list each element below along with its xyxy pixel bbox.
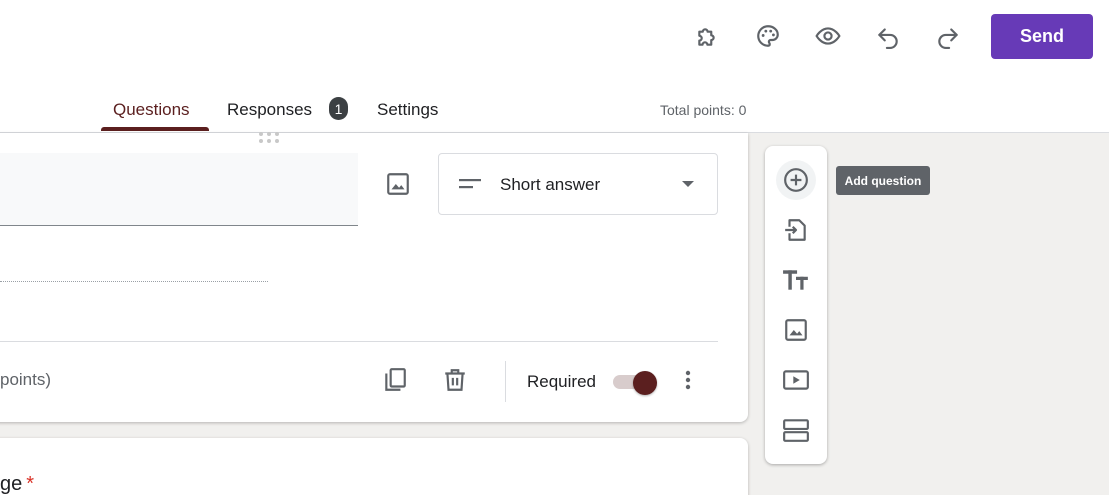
required-label: Required bbox=[527, 372, 596, 391]
import-questions-icon[interactable] bbox=[776, 210, 816, 250]
tab-questions[interactable]: Questions bbox=[113, 100, 190, 120]
next-question-card[interactable] bbox=[0, 438, 748, 495]
send-button[interactable]: Send bbox=[991, 14, 1093, 59]
delete-icon[interactable] bbox=[437, 362, 473, 398]
more-options-icon[interactable] bbox=[670, 362, 706, 398]
redo-icon[interactable] bbox=[930, 18, 966, 54]
required-toggle[interactable] bbox=[611, 371, 659, 395]
active-tab-indicator bbox=[101, 127, 209, 131]
add-title-icon[interactable] bbox=[776, 260, 816, 300]
add-section-icon[interactable] bbox=[776, 410, 816, 450]
footer-separator bbox=[505, 361, 506, 402]
add-question-icon[interactable] bbox=[776, 160, 816, 200]
add-video-icon[interactable] bbox=[776, 360, 816, 400]
short-answer-icon bbox=[459, 179, 481, 189]
preview-eye-icon[interactable] bbox=[810, 18, 846, 54]
question-type-dropdown[interactable]: Short answer bbox=[438, 153, 718, 215]
required-asterisk: * bbox=[26, 473, 35, 495]
undo-icon[interactable] bbox=[870, 18, 906, 54]
card-footer-divider bbox=[0, 341, 718, 342]
duplicate-icon[interactable] bbox=[377, 362, 413, 398]
add-image-icon[interactable] bbox=[776, 310, 816, 350]
points-label: points) bbox=[0, 370, 52, 389]
total-points-label: Total points: 0 bbox=[660, 102, 747, 118]
short-answer-placeholder-line bbox=[0, 281, 268, 282]
question-title-input[interactable] bbox=[0, 153, 358, 226]
next-question-title: ge * bbox=[0, 473, 35, 495]
tab-settings[interactable]: Settings bbox=[377, 100, 438, 120]
responses-count-badge: 1 bbox=[329, 97, 348, 120]
palette-icon[interactable] bbox=[750, 18, 786, 54]
tab-bar: Questions Responses 1 Settings Total poi… bbox=[0, 72, 1109, 133]
drag-handle-icon[interactable] bbox=[258, 131, 280, 145]
addons-icon[interactable] bbox=[690, 18, 726, 54]
question-type-label: Short answer bbox=[500, 175, 601, 194]
toggle-knob bbox=[633, 371, 657, 395]
top-bar: Send bbox=[0, 0, 1109, 72]
chevron-down-icon bbox=[682, 181, 694, 187]
add-image-to-question-icon[interactable] bbox=[380, 166, 416, 202]
tab-responses[interactable]: Responses bbox=[227, 100, 312, 120]
add-question-tooltip: Add question bbox=[836, 166, 930, 195]
